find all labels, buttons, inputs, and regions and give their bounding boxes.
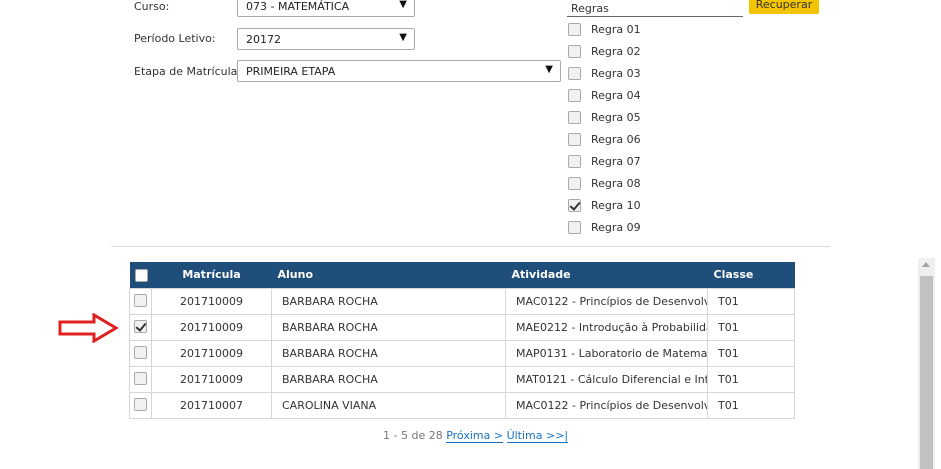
enrollment-table: Matrícula Aluno Atividade Classe 2017100… (129, 262, 795, 419)
rule-checkbox[interactable] (568, 199, 581, 212)
rule-label: Regra 05 (591, 111, 641, 124)
cell-matricula: 201710009 (151, 365, 272, 393)
cell-classe: T01 (707, 391, 795, 419)
rule-label: Regra 02 (591, 45, 641, 58)
enrollment-table-wrapper: Matrícula Aluno Atividade Classe 2017100… (129, 262, 795, 419)
pagination: 1 - 5 de 28 Próxima > Última >>| (383, 429, 569, 443)
rule-checkbox[interactable] (568, 23, 581, 36)
rule-checkbox[interactable] (568, 111, 581, 124)
etapa-select[interactable]: PRIMEIRA ETAPA ▼ (237, 60, 561, 82)
rule-checkbox[interactable] (568, 177, 581, 190)
header-classe[interactable]: Classe (708, 262, 795, 288)
section-divider (111, 246, 830, 247)
rule-label: Regra 06 (591, 133, 641, 146)
cell-atividade: MAT0121 - Cálculo Diferencial e Integra (505, 365, 708, 393)
vertical-scrollbar[interactable] (918, 258, 935, 469)
dropdown-arrow-icon: ▼ (399, 0, 407, 10)
cell-classe: T01 (707, 313, 795, 341)
scroll-up-icon[interactable] (922, 262, 930, 267)
cell-matricula: 201710009 (151, 313, 272, 341)
row-checkbox[interactable] (134, 397, 147, 411)
table-body: 201710009 BARBARA ROCHA MAC0122 - Princípi… (129, 287, 795, 419)
row-checkbox[interactable] (134, 293, 147, 307)
rule-checkbox[interactable] (568, 67, 581, 80)
rule-label: Regra 07 (591, 155, 641, 168)
cell-aluno: BARBARA ROCHA (271, 287, 506, 315)
etapa-label: Etapa de Matrícula: (134, 65, 242, 78)
header-aluno[interactable]: Aluno (272, 262, 506, 288)
last-page-link[interactable]: Última >>| (506, 429, 569, 443)
rule-label: Regra 08 (591, 177, 641, 190)
row-select-cell (129, 287, 152, 315)
table-row[interactable]: 201710007 CAROLINA VIANA MAC0122 - Princíp… (129, 391, 795, 419)
row-checkbox[interactable] (134, 371, 147, 385)
row-checkbox[interactable] (134, 345, 147, 359)
cell-aluno: CAROLINA VIANA (271, 391, 506, 419)
dropdown-arrow-icon: ▼ (545, 64, 553, 75)
scroll-thumb[interactable] (920, 276, 933, 469)
recuperar-button[interactable]: Recuperar (749, 0, 819, 14)
cell-atividade: MAP0131 - Laboratorio de Matematica A (505, 339, 708, 367)
rule-label: Regra 01 (591, 23, 641, 36)
header-atividade[interactable]: Atividade (506, 262, 708, 288)
rule-label: Regra 03 (591, 67, 641, 80)
etapa-select-value: PRIMEIRA ETAPA (246, 65, 336, 78)
curso-label: Curso: (134, 0, 170, 13)
cell-classe: T01 (707, 339, 795, 367)
periodo-label: Período Letivo: (134, 32, 216, 45)
cell-classe: T01 (707, 365, 795, 393)
rule-label: Regra 04 (591, 89, 641, 102)
cell-matricula: 201710009 (151, 339, 272, 367)
periodo-select-value: 20172 (246, 33, 281, 46)
curso-select[interactable]: 073 - MATEMÁTICA ▼ (237, 0, 415, 17)
next-page-link[interactable]: Próxima > (446, 429, 504, 443)
table-row[interactable]: 201710009 BARBARA ROCHA MAE0212 - Introduç… (129, 313, 795, 341)
table-row[interactable]: 201710009 BARBARA ROCHA MAP0131 - Laborato… (129, 339, 795, 367)
rules-search-input[interactable] (567, 0, 743, 17)
rule-label: Regra 09 (591, 221, 641, 234)
row-select-cell (129, 391, 152, 419)
cell-atividade: MAC0122 - Princípios de Desenvolvimer (505, 287, 708, 315)
curso-select-value: 073 - MATEMÁTICA (246, 0, 350, 13)
table-row[interactable]: 201710009 BARBARA ROCHA MAC0122 - Princípi… (129, 287, 795, 315)
cell-matricula: 201710009 (151, 287, 272, 315)
table-row[interactable]: 201710009 BARBARA ROCHA MAT0121 - Cálculo … (129, 365, 795, 393)
rule-checkbox[interactable] (568, 221, 581, 234)
row-select-cell (129, 313, 152, 341)
red-arrow-icon (58, 313, 119, 343)
cell-aluno: BARBARA ROCHA (271, 365, 506, 393)
cell-atividade: MAC0122 - Princípios de Desenvolvimer (505, 391, 708, 419)
cell-aluno: BARBARA ROCHA (271, 313, 506, 341)
rule-checkbox[interactable] (568, 155, 581, 168)
rule-checkbox[interactable] (568, 89, 581, 102)
row-select-cell (129, 339, 152, 367)
cell-aluno: BARBARA ROCHA (271, 339, 506, 367)
pagination-range: 1 - 5 de 28 (383, 429, 443, 442)
header-matricula[interactable]: Matrícula (152, 262, 272, 288)
rule-label: Regra 10 (591, 199, 641, 212)
periodo-select[interactable]: 20172 ▼ (237, 28, 415, 50)
select-all-checkbox[interactable] (134, 269, 148, 282)
row-checkbox[interactable] (134, 319, 147, 333)
cell-classe: T01 (707, 287, 795, 315)
header-select-cell (130, 262, 152, 288)
table-header-row: Matrícula Aluno Atividade Classe (129, 262, 795, 288)
dropdown-arrow-icon: ▼ (399, 32, 407, 43)
cell-atividade: MAE0212 - Introdução à Probabilidade e (505, 313, 708, 341)
cell-matricula: 201710007 (151, 391, 272, 419)
rule-checkbox[interactable] (568, 45, 581, 58)
row-select-cell (129, 365, 152, 393)
rule-checkbox[interactable] (568, 133, 581, 146)
